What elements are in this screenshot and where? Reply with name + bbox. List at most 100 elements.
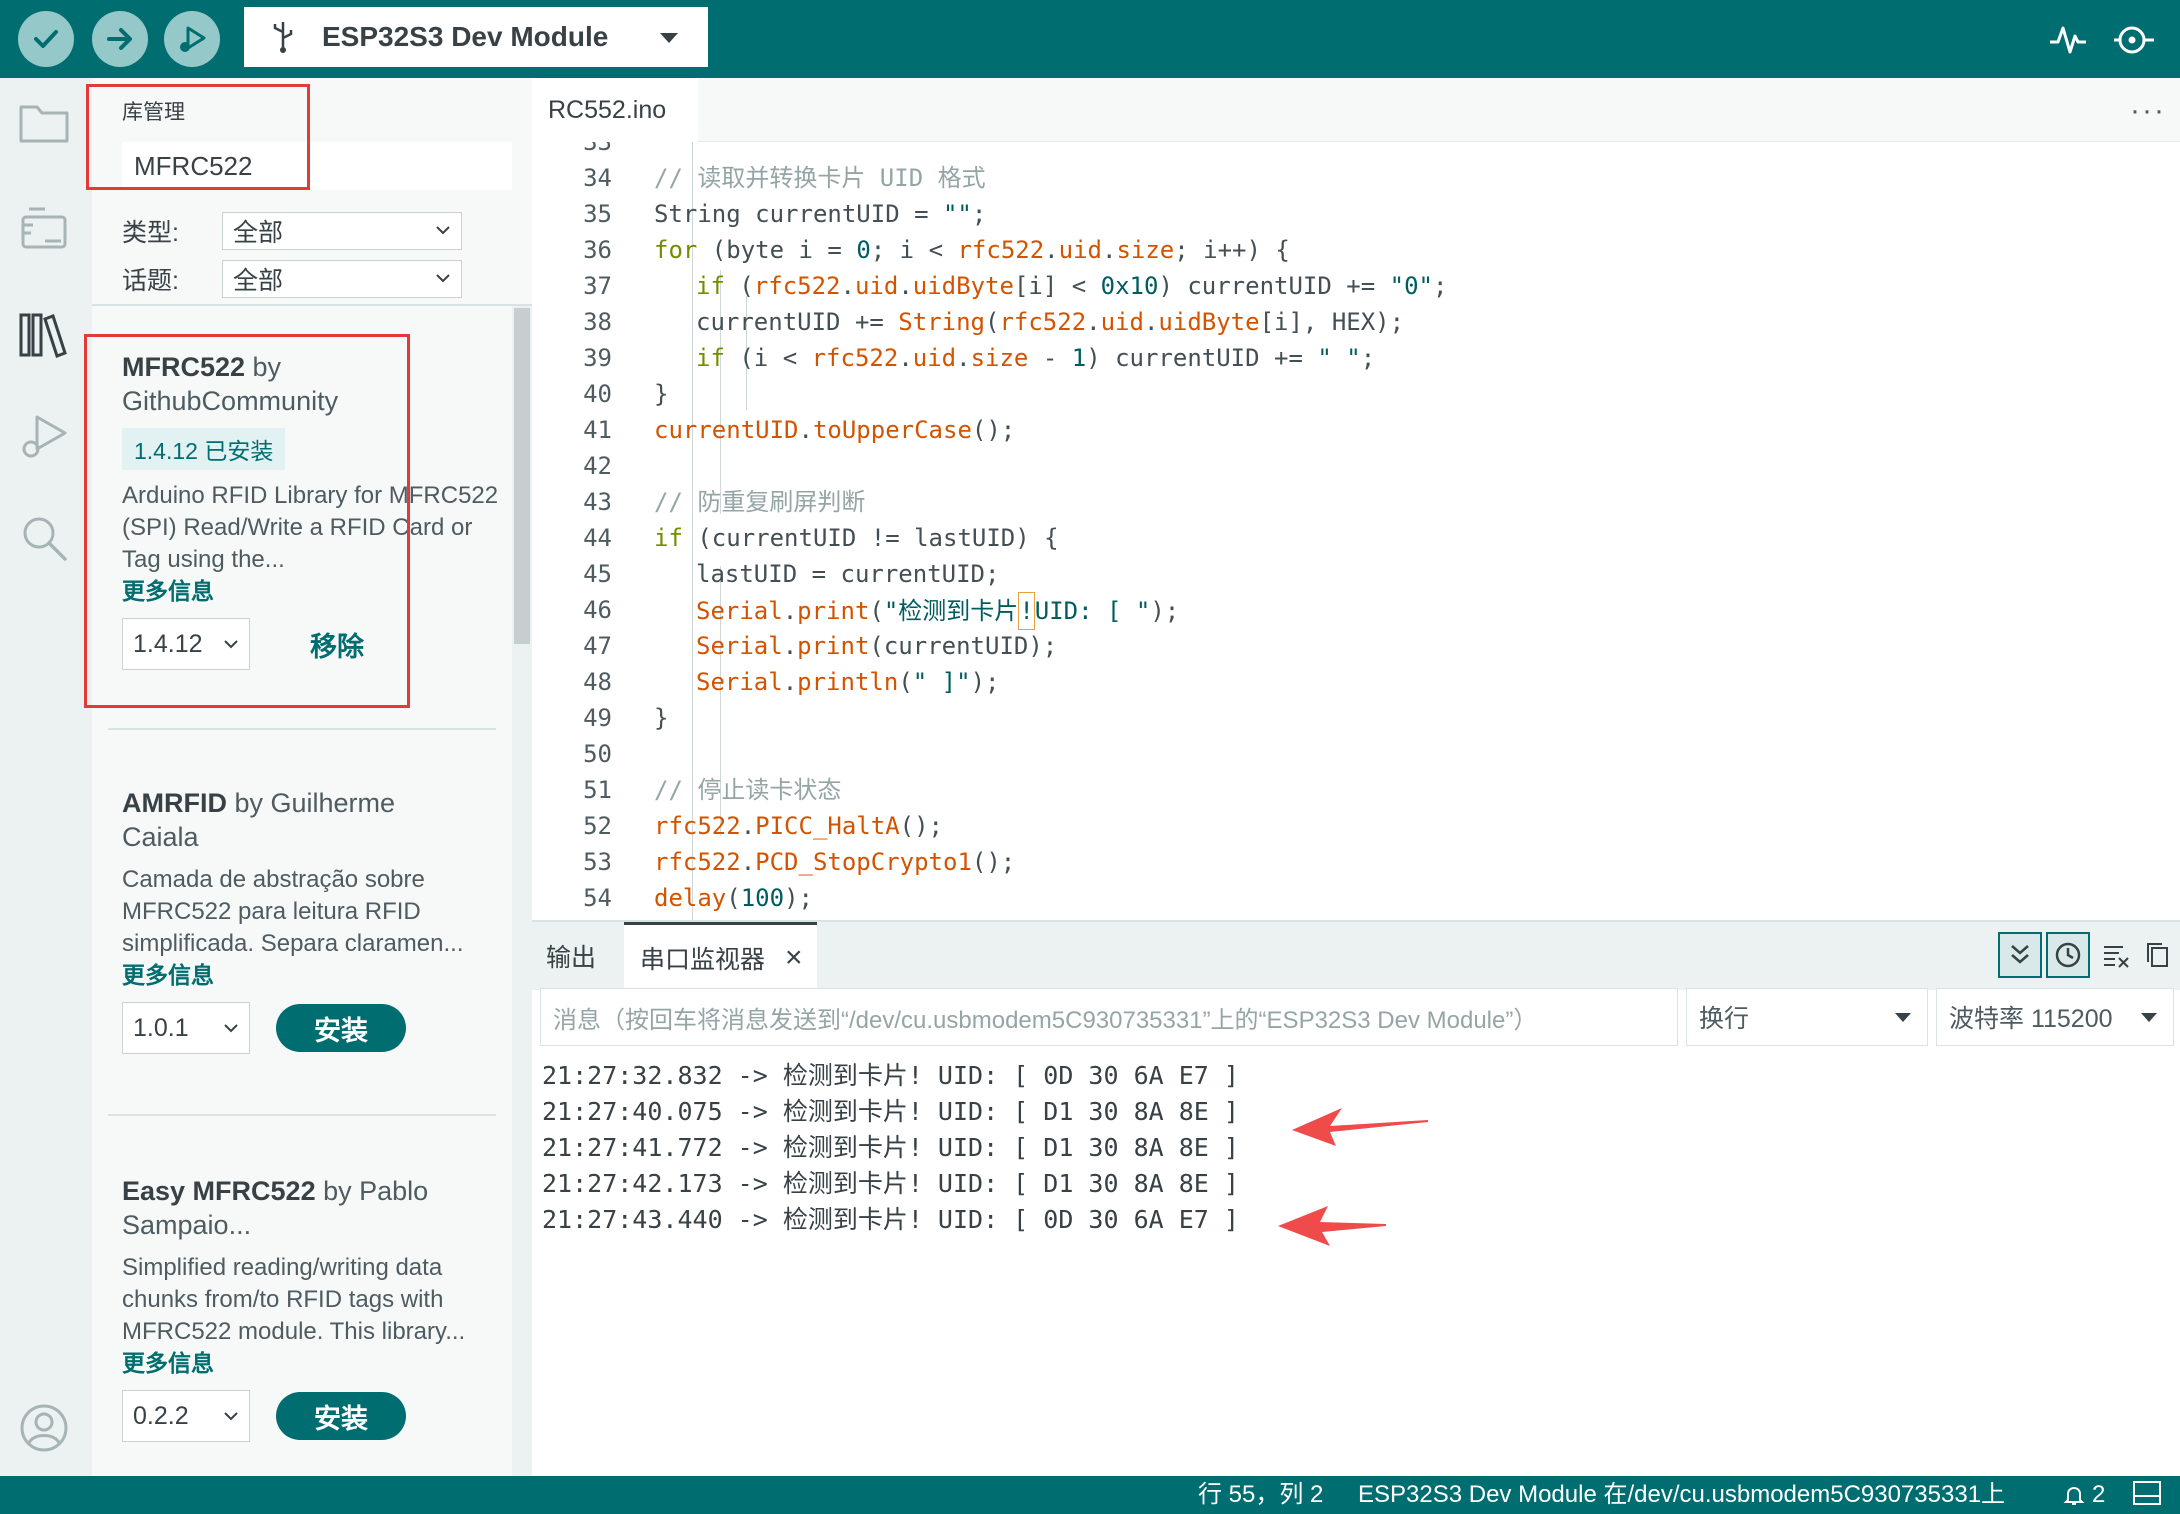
line-number: 52: [583, 812, 612, 840]
code-text: Serial.print("检测到卡片!UID: [ ");: [696, 592, 1179, 630]
code-text: rfc522.PCD_StopCrypto1();: [654, 848, 1016, 876]
code-text: if (currentUID != lastUID) {: [654, 524, 1059, 552]
line-number: 49: [583, 704, 612, 732]
search-icon: [23, 517, 67, 561]
toolbar: ESP32S3 Dev Module: [0, 0, 2180, 78]
line-number: 38: [583, 308, 612, 336]
panel-toggle-icon: [2133, 1481, 2161, 1505]
line-number: 43: [583, 488, 612, 516]
chevron-down-icon: [224, 1412, 238, 1421]
line-number: 34: [583, 164, 612, 192]
serial-message-input[interactable]: 消息（按回车将消息发送到“/dev/cu.usbmodem5C930735331…: [540, 988, 1678, 1046]
autoscroll-button[interactable]: [1998, 932, 2042, 978]
code-line: 50: [532, 736, 2172, 772]
notifications-button[interactable]: 2: [2062, 1480, 2105, 1510]
topic-filter-select[interactable]: 全部: [222, 260, 462, 298]
code-line: 49}: [532, 700, 2172, 736]
debug-button[interactable]: [164, 11, 220, 67]
code-text: currentUID += String(rfc522.uid.uidByte[…: [696, 308, 1405, 336]
version-value: 0.2.2: [133, 1401, 189, 1430]
copy-icon: [2147, 943, 2168, 967]
copy-output-button[interactable]: [2136, 932, 2180, 978]
type-filter-select[interactable]: 全部: [222, 212, 462, 250]
clear-output-icon: [2104, 946, 2129, 968]
code-line: 37 if (rfc522.uid.uidByte[i] < 0x10) curr…: [532, 268, 2172, 304]
install-button[interactable]: 安装: [276, 1004, 406, 1052]
debug-panel-button[interactable]: [16, 408, 72, 464]
close-icon[interactable]: ×: [785, 941, 803, 975]
tab-output[interactable]: 输出: [546, 922, 596, 990]
library-description: Simplified reading/writing data chunks f…: [122, 1254, 466, 1345]
baud-rate-value: 波特率 115200: [1949, 1005, 2113, 1033]
board-port-status[interactable]: ESP32S3 Dev Module 在/dev/cu.usbmodem5C93…: [1358, 1480, 2005, 1510]
line-number: 54: [583, 884, 612, 912]
line-number: 39: [583, 344, 612, 372]
code-text: String currentUID = "";: [654, 200, 987, 228]
tab-rc552-ino[interactable]: RC552.ino: [532, 78, 698, 142]
version-select[interactable]: 1.0.1: [122, 1002, 250, 1054]
library-item-amrfid: AMRFID by Guilherme Caiala Camada de abst…: [122, 786, 502, 1054]
code-text: if (i < rfc522.uid.size - 1) currentUID …: [696, 344, 1376, 372]
check-icon: [34, 30, 58, 48]
baud-rate-select[interactable]: 波特率 115200: [1936, 988, 2174, 1046]
usb-icon: [273, 22, 293, 53]
code-line: 46 Serial.print("检测到卡片!UID: [ ");: [532, 592, 2172, 630]
clear-output-button[interactable]: [2094, 932, 2138, 978]
library-item-header: Easy MFRC522 by Pablo Sampaio...: [122, 1174, 502, 1242]
editor-tab-bar: RC552.ino ···: [532, 78, 2180, 142]
more-info-link[interactable]: 更多信息: [122, 1348, 502, 1378]
install-button[interactable]: 安装: [276, 1392, 406, 1440]
verify-button[interactable]: [18, 11, 74, 67]
tab-output-label: 输出: [546, 944, 597, 972]
line-ending-select[interactable]: 换行: [1686, 988, 1928, 1046]
code-line: 35 String currentUID = "";: [532, 196, 2172, 232]
account-button[interactable]: [16, 1400, 72, 1456]
code-text: // 防重复刷屏判断: [654, 488, 866, 516]
library-scrollbar-thumb[interactable]: [514, 308, 530, 644]
sketchbook-button[interactable]: [16, 94, 72, 150]
type-filter-row: 类型: 全部: [122, 212, 462, 250]
more-info-link[interactable]: 更多信息: [122, 960, 502, 990]
code-line: 36 for (byte i = 0; i < rfc522.uid.size; …: [532, 232, 2172, 268]
code-text: delay(100);: [654, 884, 813, 912]
search-button[interactable]: [16, 510, 72, 566]
line-number: 35: [583, 200, 612, 228]
annotation-box-installed-library: [84, 334, 410, 708]
serial-plotter-button[interactable]: [2046, 18, 2090, 62]
account-icon: [20, 1404, 68, 1452]
code-text: }: [654, 704, 669, 732]
code-line: 53 rfc522.PCD_StopCrypto1();: [532, 844, 2172, 880]
more-actions-icon[interactable]: ···: [2130, 94, 2166, 128]
code-text: // 读取并转换卡片 UID 格式: [654, 164, 986, 192]
line-number: 40: [583, 380, 612, 408]
code-editor[interactable]: 33 34 // 读取并转换卡片 UID 格式 35 String currentUID…: [532, 142, 2180, 920]
code-text: lastUID = currentUID;: [696, 560, 1000, 588]
library-manager-button[interactable]: [16, 306, 72, 362]
type-filter-value: 全部: [233, 219, 284, 247]
tab-serial-monitor[interactable]: 串口监视器 ×: [624, 922, 817, 990]
upload-button[interactable]: [92, 11, 148, 67]
timestamp-icon: [2055, 942, 2081, 968]
annotation-box-search: [86, 84, 310, 190]
boards-manager-button[interactable]: [16, 202, 72, 258]
code-line: 39 if (i < rfc522.uid.size - 1) currentUI…: [532, 340, 2172, 376]
library-author: Caiala: [122, 822, 199, 852]
code-text: Serial.print(currentUID);: [696, 632, 1058, 660]
board-selector[interactable]: ESP32S3 Dev Module: [244, 7, 708, 67]
toggle-bottom-panel-button[interactable]: [2132, 1480, 2162, 1514]
code-text: if (rfc522.uid.uidByte[i] < 0x10) curren…: [696, 272, 1448, 300]
library-item-header: AMRFID by Guilherme Caiala: [122, 786, 502, 854]
code-text: for (byte i = 0; i < rfc522.uid.size; i+…: [654, 236, 1290, 264]
version-select[interactable]: 0.2.2: [122, 1390, 250, 1442]
divider: [108, 728, 496, 730]
autoscroll-icon: [2011, 945, 2029, 964]
library-icon: [19, 313, 67, 358]
code-line: 51 // 停止读卡状态: [532, 772, 2172, 808]
chevron-down-icon: [224, 1024, 238, 1033]
line-number: 46: [583, 596, 612, 624]
timestamp-button[interactable]: [2046, 932, 2090, 978]
bottom-tab-bar: 输出 串口监视器 ×: [532, 922, 2180, 990]
serial-monitor-button[interactable]: [2112, 18, 2156, 62]
topic-filter-row: 话题: 全部: [122, 260, 462, 298]
bottom-panel: 输出 串口监视器 × 消息（按回车将消息发送到“/dev/cu.usbmodem…: [532, 920, 2180, 1476]
